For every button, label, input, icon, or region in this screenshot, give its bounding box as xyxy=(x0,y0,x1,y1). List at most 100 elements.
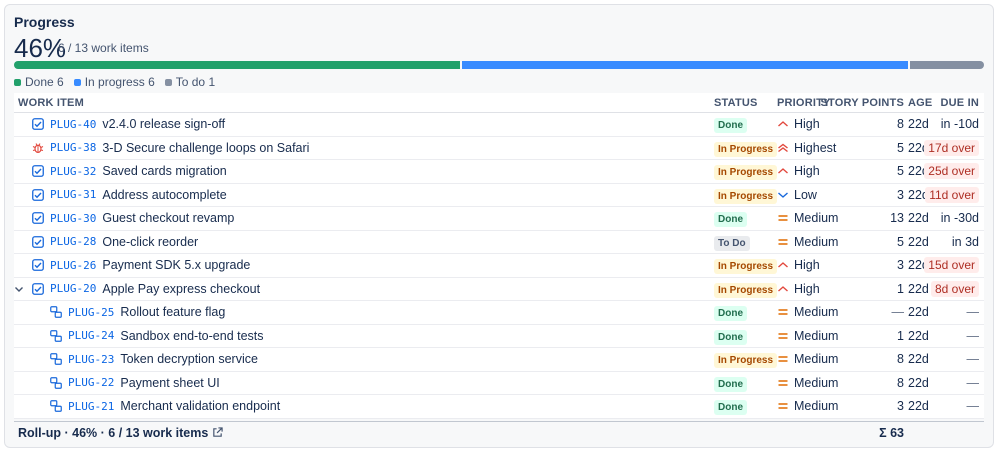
legend-dot-todo xyxy=(164,78,172,86)
issue-key-link[interactable]: PLUG-38 xyxy=(50,141,96,154)
due-in-value: — xyxy=(966,305,980,320)
issue-title[interactable]: One-click reorder xyxy=(102,235,198,249)
status-cell: Done xyxy=(714,329,747,345)
priority-cell: Medium xyxy=(777,235,838,249)
story-points-value: 5 xyxy=(897,234,904,249)
issue-title[interactable]: Merchant validation endpoint xyxy=(120,399,280,413)
work-item-cell: PLUG-26 Payment SDK 5.x upgrade xyxy=(32,258,250,272)
priority-cell: High xyxy=(777,258,820,272)
issue-title[interactable]: Apple Pay express checkout xyxy=(102,282,260,296)
issue-key-link[interactable]: PLUG-30 xyxy=(50,212,96,225)
issue-key-link[interactable]: PLUG-26 xyxy=(50,259,96,272)
task-checkbox-icon xyxy=(32,212,44,225)
header-age[interactable]: AGE xyxy=(908,97,932,109)
issue-key-link[interactable]: PLUG-20 xyxy=(50,282,96,295)
age-value: 22d xyxy=(908,234,929,249)
issue-title[interactable]: Token decryption service xyxy=(120,352,258,366)
task-checkbox-icon xyxy=(32,259,44,272)
table-row[interactable]: PLUG-38 3-D Secure challenge loops on Saf… xyxy=(14,137,984,160)
status-lozenge[interactable]: In Progress xyxy=(714,259,778,275)
status-lozenge[interactable]: In Progress xyxy=(714,141,778,157)
issue-title[interactable]: Rollout feature flag xyxy=(120,305,225,319)
progress-bar-in-progress-segment xyxy=(461,61,908,69)
issue-key-link[interactable]: PLUG-23 xyxy=(68,353,114,366)
status-lozenge[interactable]: Done xyxy=(714,376,747,392)
due-in-value: in -30d xyxy=(940,211,979,226)
priority-low-icon xyxy=(777,190,789,200)
external-link-icon[interactable] xyxy=(212,427,224,438)
issue-key-link[interactable]: PLUG-24 xyxy=(68,329,114,342)
priority-label: Medium xyxy=(794,352,839,367)
issue-title[interactable]: v2.4.0 release sign-off xyxy=(102,117,225,131)
work-item-cell: PLUG-30 Guest checkout revamp xyxy=(32,211,234,225)
priority-cell: High xyxy=(777,282,820,296)
status-cell: In Progress xyxy=(714,282,778,298)
header-story-points[interactable]: STORY POINTS xyxy=(821,97,905,109)
table-row[interactable]: PLUG-25 Rollout feature flag Done Medium —22… xyxy=(14,301,984,325)
priority-label: Medium xyxy=(794,305,839,320)
progress-bar-done-segment xyxy=(14,61,460,69)
table-row[interactable]: PLUG-32 Saved cards migration In Progress H… xyxy=(14,160,984,184)
status-lozenge[interactable]: To Do xyxy=(714,235,750,251)
issue-title[interactable]: Saved cards migration xyxy=(102,164,226,178)
issue-key-link[interactable]: PLUG-28 xyxy=(50,235,96,248)
priority-medium-icon xyxy=(777,237,789,247)
status-lozenge[interactable]: Done xyxy=(714,329,747,345)
header-work-item[interactable]: WORK ITEM xyxy=(18,97,84,109)
priority-high-icon xyxy=(777,119,789,129)
status-lozenge[interactable]: Done xyxy=(714,400,747,416)
issue-key-link[interactable]: PLUG-32 xyxy=(50,165,96,178)
progress-bar-todo-segment xyxy=(909,61,984,69)
status-lozenge[interactable]: In Progress xyxy=(714,353,778,369)
header-status[interactable]: STATUS xyxy=(714,97,758,109)
table-row[interactable]: PLUG-20 Apple Pay express checkout In Prog… xyxy=(14,278,984,301)
task-checkbox-icon xyxy=(32,282,44,295)
priority-label: High xyxy=(794,117,820,132)
task-checkbox-icon xyxy=(32,188,44,201)
issue-key-link[interactable]: PLUG-21 xyxy=(68,400,114,413)
priority-label: Medium xyxy=(794,375,839,390)
status-cell: In Progress xyxy=(714,352,778,369)
table-row[interactable]: PLUG-28 One-click reorder To Do Medium 5 22d i… xyxy=(14,231,984,254)
due-in-value: 8d over xyxy=(930,280,979,297)
status-lozenge[interactable]: In Progress xyxy=(714,282,778,298)
due-in-value: — xyxy=(966,352,980,367)
status-lozenge[interactable]: Done xyxy=(714,212,747,228)
status-lozenge[interactable]: In Progress xyxy=(714,188,778,204)
chevron-down-icon[interactable] xyxy=(14,284,24,294)
story-points-value: 3 xyxy=(897,399,904,414)
header-due-in[interactable]: DUE IN xyxy=(941,97,979,109)
table-row[interactable]: PLUG-40 v2.4.0 release sign-off Done High 8 2… xyxy=(14,113,984,137)
table-row[interactable]: PLUG-22 Payment sheet UI Done Medium 8 22d — xyxy=(14,372,984,395)
issue-title[interactable]: Address autocomplete xyxy=(102,188,226,202)
priority-medium-icon xyxy=(777,401,789,411)
status-lozenge[interactable]: Done xyxy=(714,306,747,322)
table-row[interactable]: PLUG-21 Merchant validation endpoint Done M… xyxy=(14,395,984,419)
table-row[interactable]: PLUG-23 Token decryption service In Progre… xyxy=(14,348,984,372)
priority-medium-icon xyxy=(777,213,789,223)
issue-key-link[interactable]: PLUG-31 xyxy=(50,188,96,201)
status-cell: Done xyxy=(714,399,747,416)
age-value: 22d xyxy=(908,375,929,390)
work-item-cell: PLUG-40 v2.4.0 release sign-off xyxy=(32,117,225,131)
table-row[interactable]: PLUG-31 Address autocomplete In Progress Lo… xyxy=(14,184,984,207)
legend-label-todo: To do 1 xyxy=(175,75,216,89)
table-row[interactable]: PLUG-26 Payment SDK 5.x upgrade In Progres… xyxy=(14,254,984,278)
age-value: 22d xyxy=(908,399,929,414)
issue-title[interactable]: Payment SDK 5.x upgrade xyxy=(102,258,250,272)
legend-item-in-progress: In progress 6 xyxy=(73,75,155,89)
status-lozenge[interactable]: In Progress xyxy=(714,165,778,181)
issue-title[interactable]: Guest checkout revamp xyxy=(102,211,234,225)
issue-title[interactable]: 3-D Secure challenge loops on Safari xyxy=(102,141,309,155)
table-row[interactable]: PLUG-24 Sandbox end-to-end tests Done Mediu… xyxy=(14,325,984,348)
status-lozenge[interactable]: Done xyxy=(714,118,747,134)
issue-key-link[interactable]: PLUG-22 xyxy=(68,376,114,389)
table-row[interactable]: PLUG-30 Guest checkout revamp Done Medium 13… xyxy=(14,207,984,231)
story-points-value: — xyxy=(891,305,905,320)
issue-title[interactable]: Sandbox end-to-end tests xyxy=(120,329,263,343)
issue-title[interactable]: Payment sheet UI xyxy=(120,376,219,390)
legend-dot-done xyxy=(14,78,21,86)
issue-key-link[interactable]: PLUG-40 xyxy=(50,118,96,131)
subtask-icon xyxy=(50,306,62,319)
issue-key-link[interactable]: PLUG-25 xyxy=(68,306,114,319)
